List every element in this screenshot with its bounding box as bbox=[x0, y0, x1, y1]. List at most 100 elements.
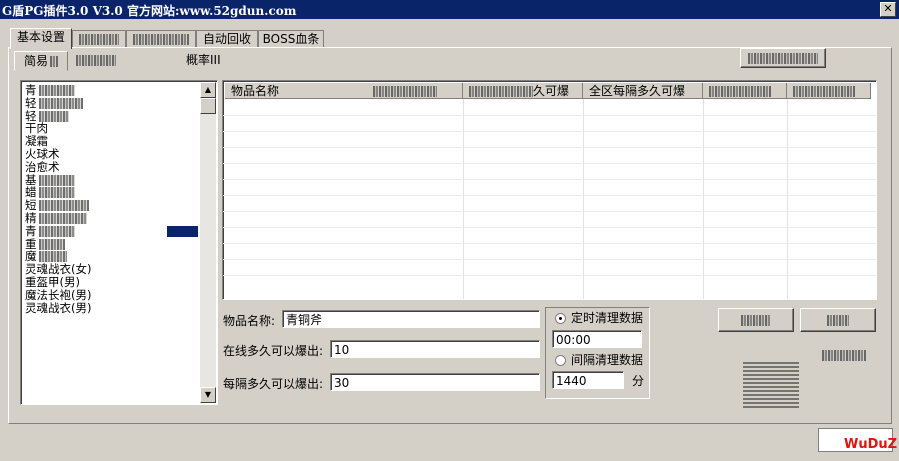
subtab-probability-label: 概率III bbox=[186, 53, 221, 67]
grid-line bbox=[223, 211, 876, 212]
list-item[interactable]: 轻 bbox=[25, 110, 69, 122]
interval-clear-label: 间隔清理数据 bbox=[571, 353, 644, 367]
scroll-thumb[interactable] bbox=[200, 98, 216, 114]
arrow-up-icon: ▲ bbox=[204, 85, 212, 94]
top-right-button-label-obscured bbox=[748, 53, 818, 64]
list-item[interactable]: 火球术 bbox=[25, 148, 60, 160]
online-time-label: 在线多久可以爆出: bbox=[223, 344, 324, 358]
tab-auto-recycle[interactable]: 自动回收 bbox=[196, 30, 258, 48]
drop-table[interactable]: 物品名称 久可爆 全区每隔多久可爆 bbox=[222, 80, 877, 300]
item-name-field[interactable]: 青铜斧 bbox=[282, 310, 540, 328]
list-item[interactable]: 重盔甲(男) bbox=[25, 276, 80, 288]
col-5[interactable] bbox=[787, 83, 871, 99]
list-item[interactable]: 灵魂战衣(男) bbox=[25, 302, 91, 314]
list-item[interactable]: 短 bbox=[25, 199, 89, 212]
grid-line bbox=[223, 179, 876, 180]
grid-line bbox=[463, 99, 464, 299]
subtab-2-label-obscured bbox=[76, 55, 116, 66]
col-5-label-obscured bbox=[793, 86, 855, 97]
list-selection-highlight bbox=[167, 226, 198, 237]
list-item[interactable]: 灵魂战衣(女) bbox=[25, 263, 91, 275]
interval-time-field[interactable]: 30 bbox=[330, 373, 540, 391]
subtab-simple-label: 简易 bbox=[23, 54, 48, 68]
tab-3[interactable] bbox=[126, 30, 196, 48]
subtab-simple-suffix-obscured bbox=[50, 56, 58, 67]
close-icon: ✕ bbox=[883, 2, 893, 15]
list-item[interactable]: 魔法长袍(男) bbox=[25, 289, 91, 301]
list-item-obscured bbox=[38, 110, 69, 122]
interval-time-label: 每隔多久可以爆出: bbox=[223, 377, 324, 391]
col-server-interval[interactable]: 全区每隔多久可爆 bbox=[583, 83, 703, 99]
col-item-name[interactable]: 物品名称 bbox=[225, 83, 463, 99]
subtab-probability[interactable]: 概率III bbox=[186, 51, 221, 69]
grid-line bbox=[223, 163, 876, 164]
list-item-obscured bbox=[38, 85, 75, 96]
grid-line bbox=[223, 259, 876, 260]
list-item[interactable]: 轻 bbox=[25, 97, 83, 109]
qr-image-obscured bbox=[743, 360, 799, 408]
scroll-down-button[interactable]: ▼ bbox=[200, 387, 216, 403]
tab-3-label-obscured bbox=[133, 34, 189, 45]
item-name-label: 物品名称: bbox=[223, 314, 276, 328]
grid-line bbox=[223, 147, 876, 148]
tab-basic-settings[interactable]: 基本设置 bbox=[10, 28, 72, 49]
grid-line bbox=[223, 115, 876, 116]
close-button[interactable]: ✕ bbox=[880, 2, 896, 17]
list-item-obscured bbox=[38, 174, 75, 186]
list-item[interactable]: 重 bbox=[25, 238, 65, 250]
tab-2[interactable] bbox=[72, 30, 126, 48]
tab-basic-settings-label: 基本设置 bbox=[16, 30, 65, 44]
col-4-label-obscured bbox=[709, 86, 771, 97]
list-item-obscured bbox=[38, 251, 67, 263]
item-list[interactable]: 青轻轻干肉 凝霜 火球术 治愈术基蜡短精青重魔灵魂战衣(女) 重盔甲(男) 魔法长袍(男)… bbox=[20, 80, 218, 405]
list-item[interactable]: 青 bbox=[25, 225, 75, 237]
interval-clear-minutes-field[interactable]: 1440 bbox=[552, 371, 624, 389]
list-item[interactable]: 魔 bbox=[25, 250, 67, 263]
list-item[interactable]: 干肉 bbox=[25, 122, 48, 134]
action-button-2[interactable] bbox=[800, 308, 876, 332]
subtab-simple[interactable]: 简易 bbox=[14, 51, 68, 71]
col-online-drop-label: 久可爆 bbox=[533, 84, 570, 98]
online-time-field[interactable]: 10 bbox=[330, 340, 540, 358]
wuduz-logo: WuDuZ bbox=[844, 437, 898, 452]
grid-line bbox=[223, 227, 876, 228]
tab-boss-hp-bar-label: BOSS血条 bbox=[262, 32, 320, 46]
list-item[interactable]: 治愈术 bbox=[25, 161, 60, 173]
grid-line bbox=[223, 195, 876, 196]
title-bar: G盾PG插件3.0 V3.0 官方网站:www.52gdun.com ✕ bbox=[0, 0, 899, 19]
list-item-obscured bbox=[38, 238, 65, 250]
item-list-scrollbar[interactable]: ▲ ▼ bbox=[200, 82, 216, 403]
col-item-name-extra-obscured bbox=[372, 86, 437, 97]
top-right-button[interactable] bbox=[740, 48, 826, 68]
subtab-2[interactable] bbox=[76, 51, 124, 69]
list-item-label: 灵魂战衣(男) bbox=[25, 300, 92, 315]
action-button-1[interactable] bbox=[718, 308, 794, 332]
list-item-obscured bbox=[38, 187, 75, 199]
list-item-obscured bbox=[38, 213, 87, 224]
list-item[interactable]: 凝霜 bbox=[25, 135, 48, 147]
grid-line bbox=[223, 275, 876, 276]
action-button-1-label-obscured bbox=[741, 315, 771, 326]
timed-clear-radio[interactable] bbox=[555, 313, 566, 324]
list-item-obscured bbox=[38, 200, 89, 212]
scroll-up-button[interactable]: ▲ bbox=[200, 82, 216, 98]
minutes-unit-label: 分 bbox=[632, 374, 645, 388]
list-item[interactable]: 青 bbox=[25, 84, 75, 96]
list-item[interactable]: 基 bbox=[25, 174, 75, 186]
timed-clear-label: 定时清理数据 bbox=[571, 311, 644, 325]
interval-clear-radio[interactable] bbox=[555, 355, 566, 366]
grid-line bbox=[223, 243, 876, 244]
side-text-obscured bbox=[822, 350, 866, 361]
list-item[interactable]: 精 bbox=[25, 212, 87, 224]
action-button-2-label-obscured bbox=[827, 315, 849, 326]
window-title: G盾PG插件3.0 V3.0 官方网站:www.52gdun.com bbox=[2, 4, 297, 18]
arrow-down-icon: ▼ bbox=[204, 390, 212, 399]
col-4[interactable] bbox=[703, 83, 787, 99]
list-item[interactable]: 蜡 bbox=[25, 186, 75, 199]
timed-clear-time-field[interactable]: 00:00 bbox=[552, 330, 642, 348]
col-online-drop[interactable]: 久可爆 bbox=[463, 83, 583, 99]
list-item-obscured bbox=[38, 97, 83, 109]
tab-boss-hp-bar[interactable]: BOSS血条 bbox=[258, 30, 324, 48]
list-item-obscured bbox=[38, 225, 75, 237]
tab-auto-recycle-label: 自动回收 bbox=[202, 32, 251, 46]
